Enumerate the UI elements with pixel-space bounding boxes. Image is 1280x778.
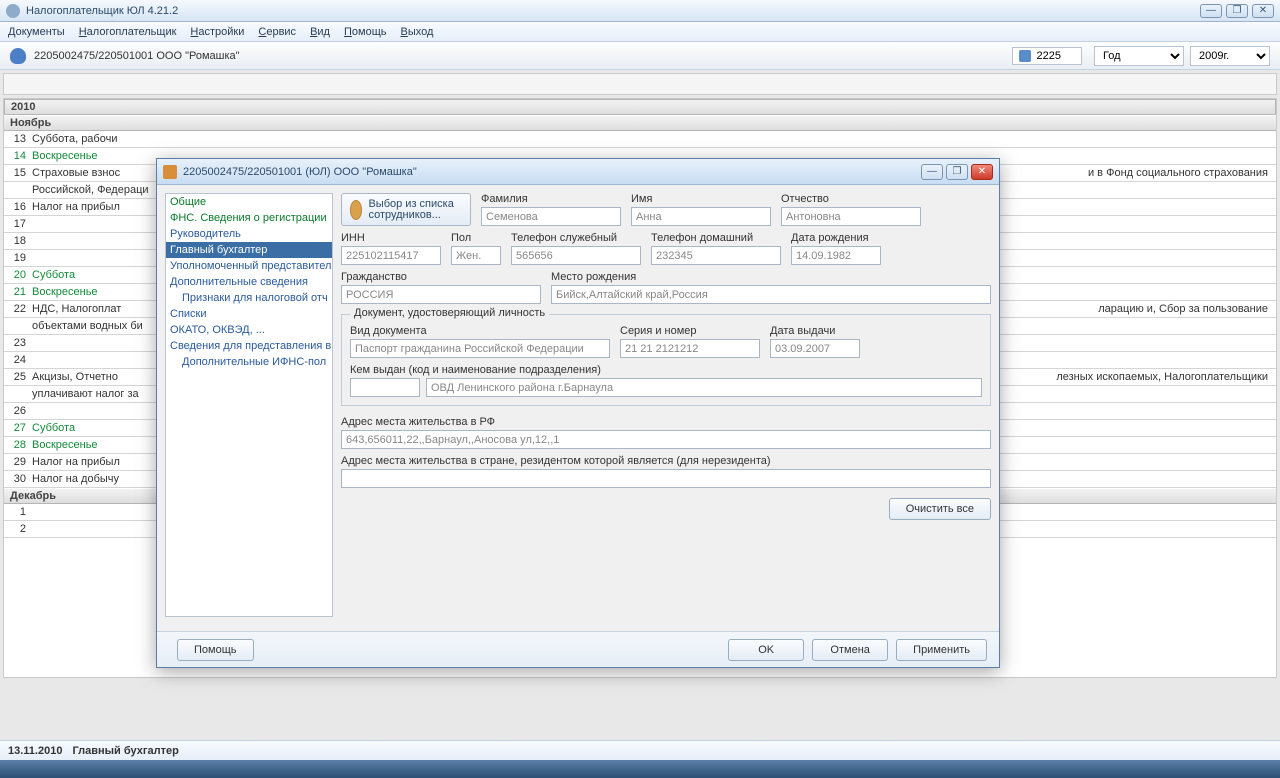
issued-code-input[interactable]: [350, 378, 420, 397]
inn-label: ИНН: [341, 232, 441, 244]
document-frame: Документ, удостоверяющий личность Вид до…: [341, 314, 991, 406]
menu-service[interactable]: Сервис: [258, 26, 296, 38]
surname-input[interactable]: [481, 207, 621, 226]
menu-taxpayer[interactable]: Налогоплательщик: [79, 26, 177, 38]
issued-by-input[interactable]: [426, 378, 982, 397]
birthplace-input[interactable]: [551, 285, 991, 304]
dialog-nav: ОбщиеФНС. Сведения о регистрацииРуководи…: [165, 193, 333, 617]
address-nr-label: Адрес места жительства в стране, резиден…: [341, 455, 991, 467]
pick-from-employees-button[interactable]: Выбор из списка сотрудников...: [341, 193, 471, 226]
dialog-nav-item[interactable]: Дополнительные ИФНС-пол: [166, 354, 332, 370]
menu-view[interactable]: Вид: [310, 26, 330, 38]
address-rf-input[interactable]: [341, 430, 991, 449]
app-title: Налогоплательщик ЮЛ 4.21.2: [26, 5, 178, 17]
dialog-nav-item[interactable]: ФНС. Сведения о регистрации: [166, 210, 332, 226]
help-button[interactable]: Помощь: [177, 639, 254, 661]
calendar-row[interactable]: 13Суббота, рабочи: [4, 131, 1276, 148]
address-rf-label: Адрес места жительства в РФ: [341, 416, 991, 428]
apply-button[interactable]: Применить: [896, 639, 987, 661]
main-titlebar: Налогоплательщик ЮЛ 4.21.2 — ❐ ✕: [0, 0, 1280, 22]
docdate-input[interactable]: [770, 339, 860, 358]
person-dialog: 2205002475/220501001 (ЮЛ) ООО "Ромашка" …: [156, 158, 1000, 668]
year-header: 2010: [4, 99, 1276, 115]
name-label: Имя: [631, 193, 771, 205]
dob-input[interactable]: [791, 246, 881, 265]
dialog-icon: [163, 165, 177, 179]
statusbar: 13.11.2010 Главный бухгалтер: [0, 740, 1280, 760]
name-input[interactable]: [631, 207, 771, 226]
docseries-label: Серия и номер: [620, 325, 760, 337]
menubar: Документы Налогоплательщик Настройки Сер…: [0, 22, 1280, 42]
address-nr-input[interactable]: [341, 469, 991, 488]
toolbar: 2205002475/220501001 ООО "Ромашка" 2225 …: [0, 42, 1280, 70]
gender-label: Пол: [451, 232, 501, 244]
people-icon: [350, 200, 362, 220]
pick-label: Выбор из списка сотрудников...: [368, 199, 462, 221]
maximize-button[interactable]: ❐: [1226, 4, 1248, 18]
workphone-label: Телефон служебный: [511, 232, 641, 244]
dialog-nav-item[interactable]: Дополнительные сведения: [166, 274, 332, 290]
app-icon: [6, 4, 20, 18]
menu-exit[interactable]: Выход: [400, 26, 433, 38]
dialog-nav-item[interactable]: Списки: [166, 306, 332, 322]
workphone-input[interactable]: [511, 246, 641, 265]
minimize-button[interactable]: —: [1200, 4, 1222, 18]
docseries-input[interactable]: [620, 339, 760, 358]
patronymic-input[interactable]: [781, 207, 921, 226]
org-icon: [10, 48, 26, 64]
period-select[interactable]: Год: [1094, 46, 1184, 66]
year-select[interactable]: 2009г.: [1190, 46, 1270, 66]
surname-label: Фамилия: [481, 193, 621, 205]
dialog-nav-item[interactable]: Признаки для налоговой отч: [166, 290, 332, 306]
close-button[interactable]: ✕: [1252, 4, 1274, 18]
status-date: 13.11.2010: [8, 745, 62, 757]
status-role: Главный бухгалтер: [72, 745, 178, 757]
ok-button[interactable]: OK: [728, 639, 804, 661]
patronymic-label: Отчество: [781, 193, 921, 205]
dialog-nav-item[interactable]: Сведения для представления в: [166, 338, 332, 354]
gender-input[interactable]: [451, 246, 501, 265]
dialog-nav-item[interactable]: Главный бухгалтер: [166, 242, 332, 258]
doctype-input[interactable]: [350, 339, 610, 358]
dialog-nav-item[interactable]: Руководитель: [166, 226, 332, 242]
dialog-titlebar: 2205002475/220501001 (ЮЛ) ООО "Ромашка" …: [157, 159, 999, 185]
ifns-code: 2225: [1037, 50, 1061, 62]
dialog-title: 2205002475/220501001 (ЮЛ) ООО "Ромашка": [183, 166, 417, 178]
dialog-nav-item[interactable]: ОКАТО, ОКВЭД, ...: [166, 322, 332, 338]
month-header-nov: Ноябрь: [4, 115, 1276, 131]
inn-input[interactable]: [341, 246, 441, 265]
dialog-nav-item[interactable]: Общие: [166, 194, 332, 210]
dialog-maximize-button[interactable]: ❐: [946, 164, 968, 180]
cancel-button[interactable]: Отмена: [812, 639, 888, 661]
homephone-input[interactable]: [651, 246, 781, 265]
dialog-minimize-button[interactable]: —: [921, 164, 943, 180]
blank-toolbar: [3, 73, 1277, 95]
menu-help[interactable]: Помощь: [344, 26, 387, 38]
document-frame-legend: Документ, удостоверяющий личность: [350, 307, 549, 319]
issuedby-label: Кем выдан (код и наименование подразделе…: [350, 364, 982, 376]
birthplace-label: Место рождения: [551, 271, 991, 283]
menu-settings[interactable]: Настройки: [190, 26, 244, 38]
clear-all-button[interactable]: Очистить все: [889, 498, 991, 520]
window-buttons: — ❐ ✕: [1200, 4, 1274, 18]
homephone-label: Телефон домашний: [651, 232, 781, 244]
docdate-label: Дата выдачи: [770, 325, 860, 337]
taskbar: [0, 760, 1280, 778]
dob-label: Дата рождения: [791, 232, 881, 244]
database-icon: [1019, 50, 1031, 62]
citizenship-input[interactable]: [341, 285, 541, 304]
citizenship-label: Гражданство: [341, 271, 541, 283]
ifns-code-box[interactable]: 2225: [1012, 47, 1082, 65]
dialog-close-button[interactable]: ✕: [971, 164, 993, 180]
doctype-label: Вид документа: [350, 325, 610, 337]
org-name: 2205002475/220501001 ООО "Ромашка": [34, 50, 240, 62]
dialog-nav-item[interactable]: Уполномоченный представител: [166, 258, 332, 274]
menu-documents[interactable]: Документы: [8, 26, 65, 38]
dialog-footer: Помощь OK Отмена Применить: [157, 631, 999, 667]
